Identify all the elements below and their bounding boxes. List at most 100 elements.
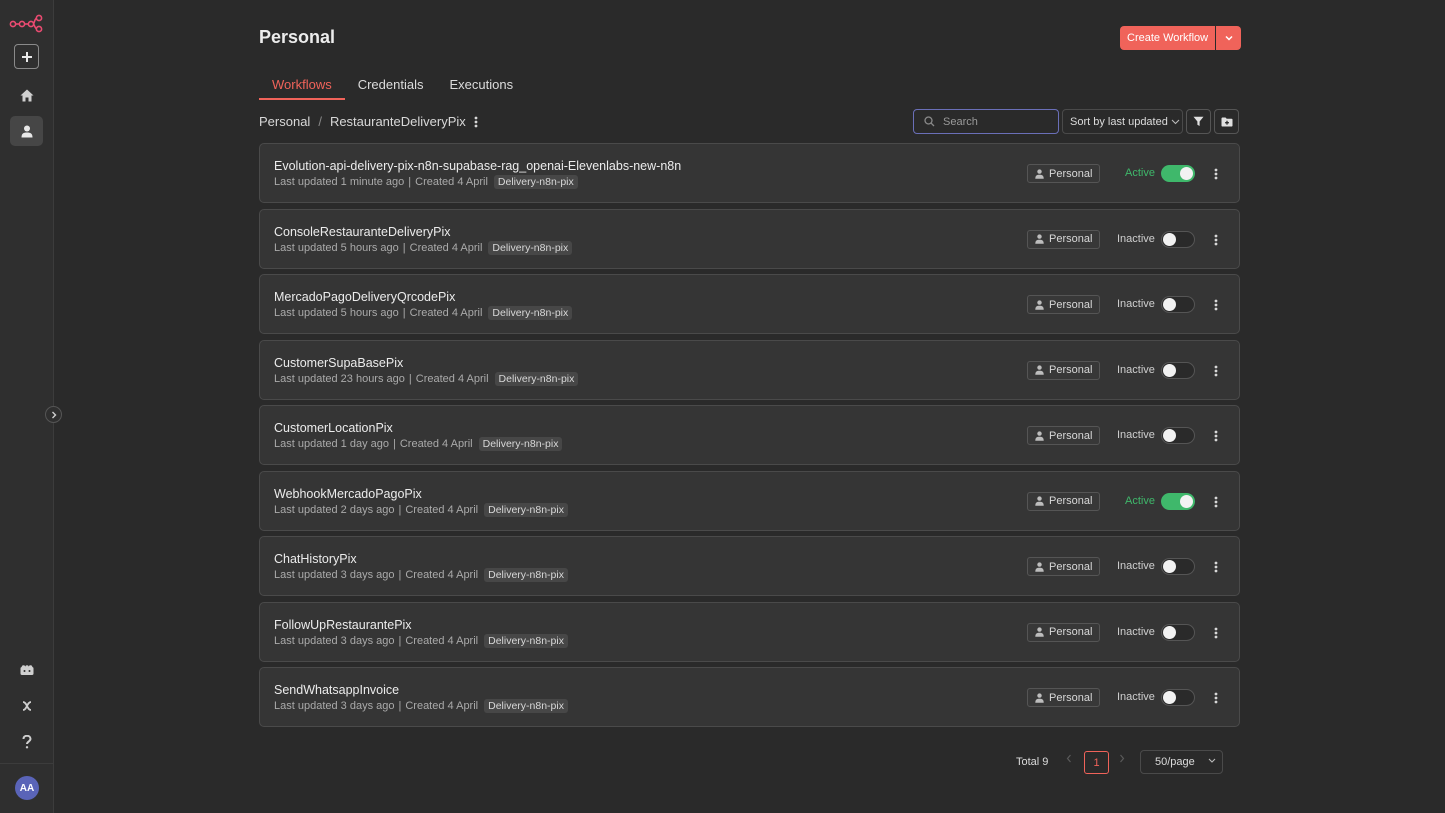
- search-box: [913, 109, 1059, 134]
- workflow-menu-button[interactable]: [1210, 625, 1222, 641]
- prev-page-button[interactable]: [1066, 754, 1072, 766]
- created-date: Created 4 April: [415, 176, 488, 188]
- workflow-tag[interactable]: Delivery-n8n-pix: [484, 502, 568, 517]
- workflow-name[interactable]: ConsoleRestauranteDeliveryPix: [274, 225, 450, 239]
- folder-menu-button[interactable]: [474, 116, 478, 128]
- sidebar-item-home[interactable]: [10, 80, 43, 110]
- home-icon: [20, 89, 33, 101]
- chevron-right-icon: [1120, 754, 1125, 763]
- create-folder-button[interactable]: [1214, 109, 1239, 134]
- active-toggle[interactable]: [1161, 689, 1195, 706]
- workflow-row[interactable]: MercadoPagoDeliveryQrcodePix Last update…: [259, 274, 1240, 334]
- owner-label: Personal: [1049, 233, 1093, 245]
- workflow-row[interactable]: ConsoleRestauranteDeliveryPix Last updat…: [259, 208, 1240, 269]
- collapse-sidebar-button[interactable]: [45, 406, 62, 423]
- workflow-tag[interactable]: Delivery-n8n-pix: [478, 437, 563, 451]
- active-toggle[interactable]: [1161, 492, 1195, 510]
- sidebar-divider: [0, 763, 54, 764]
- workflow-tag[interactable]: Delivery-n8n-pix: [488, 240, 573, 255]
- sidebar-item-help[interactable]: [10, 727, 43, 757]
- workflow-menu-button[interactable]: [1210, 297, 1222, 313]
- active-toggle[interactable]: [1161, 165, 1195, 182]
- workflow-row[interactable]: WebhookMercadoPagoPix Last updated 2 day…: [259, 470, 1240, 531]
- active-toggle[interactable]: [1161, 623, 1195, 641]
- create-options-button[interactable]: [1216, 26, 1242, 50]
- active-toggle[interactable]: [1161, 230, 1195, 248]
- workflow-name[interactable]: FollowUpRestaurantePix: [274, 618, 412, 632]
- workflow-status: Active: [1125, 494, 1155, 507]
- workflow-menu-button[interactable]: [1210, 232, 1222, 248]
- workflow-status: Inactive: [1117, 691, 1155, 703]
- owner-label: Personal: [1049, 626, 1093, 638]
- active-toggle[interactable]: [1161, 361, 1195, 379]
- owner-label: Personal: [1049, 495, 1093, 507]
- active-toggle[interactable]: [1161, 296, 1195, 313]
- created-date: Created 4 April: [405, 634, 479, 647]
- user-icon: [1035, 365, 1044, 375]
- toggle-knob: [1163, 363, 1176, 377]
- sidebar: AA: [0, 0, 62, 813]
- workflow-name[interactable]: ChatHistoryPix: [274, 552, 357, 566]
- owner-label: Personal: [1049, 364, 1093, 376]
- active-toggle[interactable]: [1161, 558, 1195, 575]
- workflow-row[interactable]: SendWhatsappInvoice Last updated 3 days …: [259, 667, 1240, 727]
- workflow-row[interactable]: CustomerLocationPix Last updated 1 day a…: [259, 405, 1240, 465]
- search-input[interactable]: [943, 115, 1043, 128]
- filter-button[interactable]: [1186, 109, 1211, 134]
- owner-label: Personal: [1049, 560, 1093, 573]
- toggle-knob: [1180, 167, 1193, 180]
- sidebar-item-personal[interactable]: [10, 116, 43, 146]
- more-vertical-icon: [1214, 168, 1218, 180]
- workflow-menu-button[interactable]: [1210, 690, 1222, 706]
- avatar[interactable]: AA: [15, 776, 39, 800]
- more-vertical-icon: [1214, 299, 1218, 311]
- user-icon: [1035, 692, 1044, 703]
- workflow-row[interactable]: FollowUpRestaurantePix Last updated 3 da…: [259, 601, 1240, 662]
- workflow-name[interactable]: WebhookMercadoPagoPix: [274, 487, 422, 501]
- workflow-row[interactable]: Evolution-api-delivery-pix-n8n-supabase-…: [259, 143, 1240, 203]
- workflow-row[interactable]: ChatHistoryPix Last updated 3 days ago |…: [259, 536, 1240, 596]
- workflow-tag[interactable]: Delivery-n8n-pix: [493, 175, 578, 189]
- toggle-knob: [1163, 691, 1176, 704]
- workflow-menu-button[interactable]: [1210, 494, 1222, 510]
- toggle-knob: [1163, 298, 1176, 311]
- workflow-tag[interactable]: Delivery-n8n-pix: [484, 633, 568, 648]
- page-number-button[interactable]: 1: [1084, 751, 1109, 774]
- workflow-name[interactable]: MercadoPagoDeliveryQrcodePix: [274, 290, 455, 304]
- active-toggle[interactable]: [1161, 427, 1195, 444]
- user-icon: [1035, 430, 1044, 441]
- breadcrumb-folder[interactable]: RestauranteDeliveryPix: [330, 114, 466, 129]
- workflow-tag[interactable]: Delivery-n8n-pix: [484, 568, 568, 582]
- create-workflow-button[interactable]: Create Workflow: [1120, 26, 1216, 50]
- workflow-name[interactable]: CustomerLocationPix: [274, 421, 393, 435]
- workflow-row[interactable]: CustomerSupaBasePix Last updated 23 hour…: [259, 339, 1240, 400]
- created-date: Created 4 April: [409, 307, 483, 319]
- sort-select[interactable]: Sort by last updated: [1062, 109, 1183, 134]
- workflow-menu-button[interactable]: [1210, 559, 1222, 575]
- workflow-tag[interactable]: Delivery-n8n-pix: [494, 371, 579, 386]
- workflow-tag[interactable]: Delivery-n8n-pix: [484, 699, 568, 713]
- tab-workflows[interactable]: Workflows: [259, 77, 345, 100]
- workflow-name[interactable]: CustomerSupaBasePix: [274, 356, 403, 370]
- toggle-knob: [1163, 232, 1176, 246]
- n8n-logo-icon[interactable]: [9, 13, 43, 33]
- chevron-left-icon: [1066, 754, 1071, 763]
- tab-executions[interactable]: Executions: [436, 77, 526, 100]
- workflow-name[interactable]: Evolution-api-delivery-pix-n8n-supabase-…: [274, 159, 681, 173]
- workflow-menu-button[interactable]: [1210, 363, 1222, 379]
- workflow-name[interactable]: SendWhatsappInvoice: [274, 683, 399, 697]
- owner-label: Personal: [1049, 691, 1093, 704]
- sidebar-item-templates[interactable]: [10, 655, 43, 685]
- breadcrumb-root[interactable]: Personal: [259, 114, 310, 129]
- page-size-select[interactable]: 50/page: [1140, 750, 1223, 774]
- workflow-menu-button[interactable]: [1210, 166, 1222, 182]
- workflow-tag[interactable]: Delivery-n8n-pix: [488, 306, 573, 320]
- workflow-menu-button[interactable]: [1210, 428, 1222, 444]
- sidebar-item-variables[interactable]: [10, 691, 43, 721]
- toggle-knob: [1163, 560, 1176, 573]
- add-button[interactable]: [14, 44, 39, 69]
- workflow-meta: Last updated 5 hours ago | Created 4 Apr…: [274, 240, 573, 255]
- last-updated: Last updated 5 hours ago: [274, 307, 399, 319]
- tab-credentials[interactable]: Credentials: [345, 77, 437, 100]
- next-page-button[interactable]: [1119, 754, 1125, 766]
